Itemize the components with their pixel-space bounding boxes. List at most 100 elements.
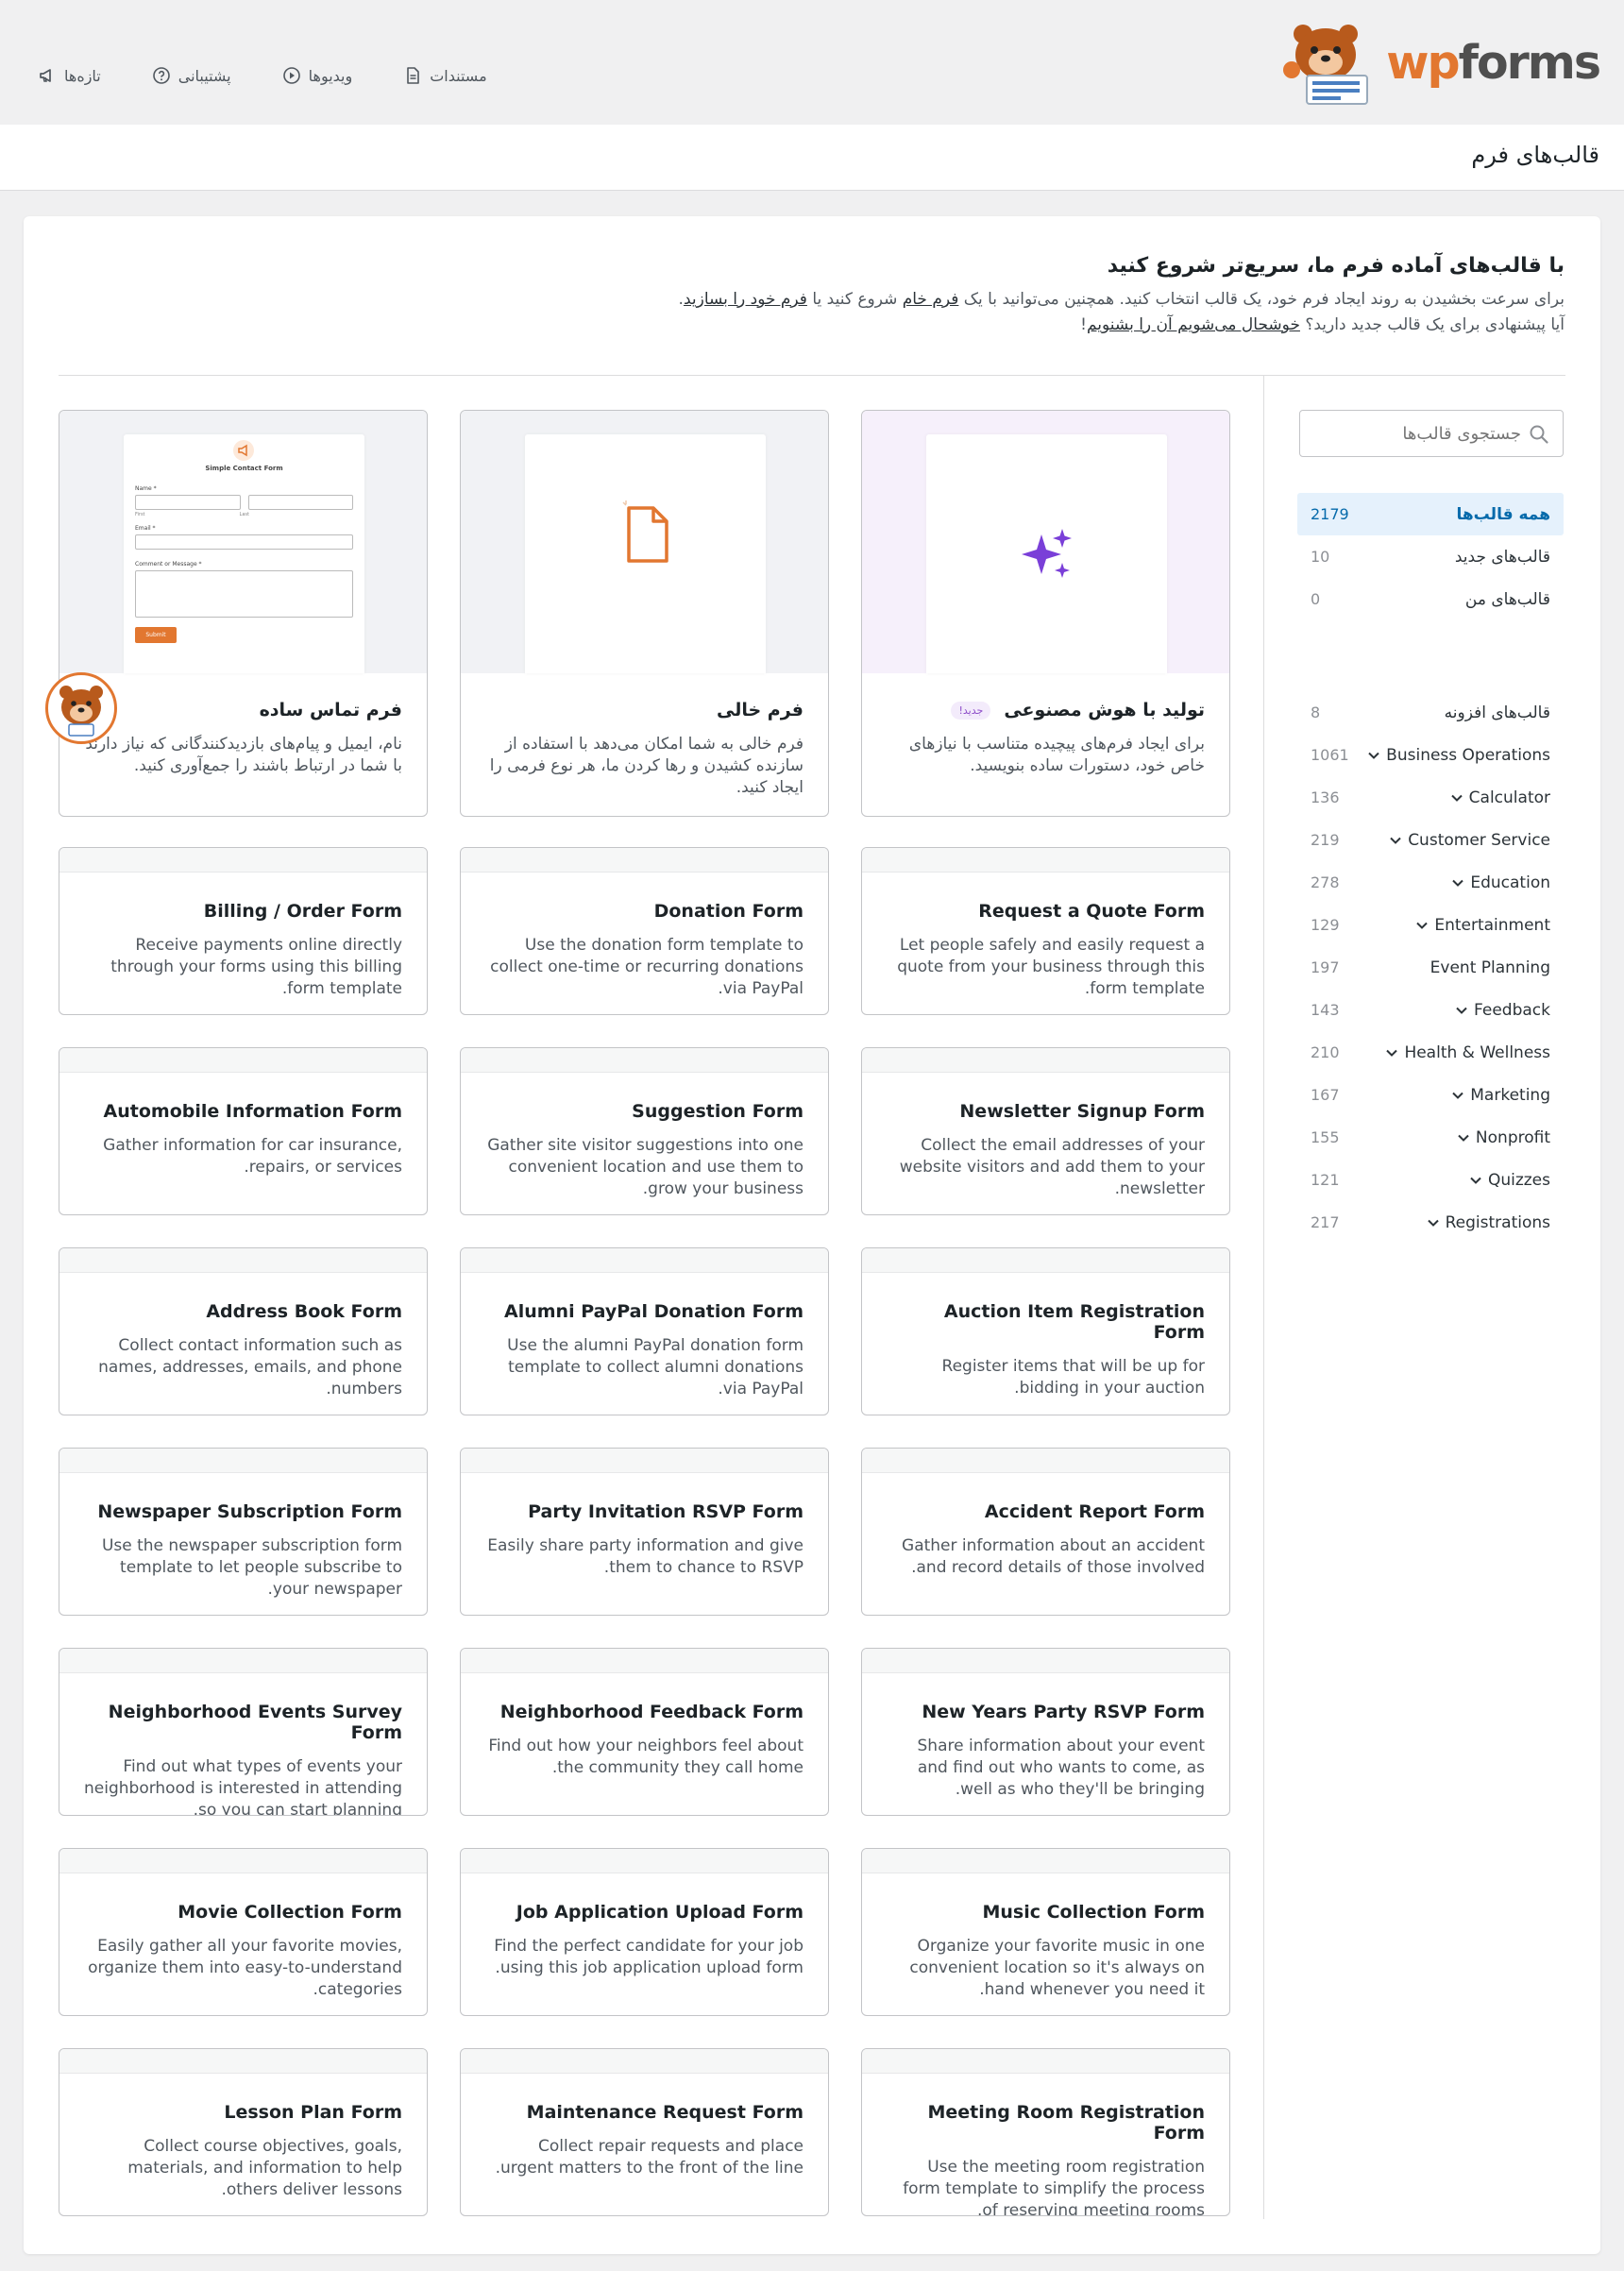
category-count: 167 — [1311, 1086, 1340, 1104]
chevron-down-icon[interactable] — [1451, 1089, 1464, 1102]
template-card[interactable]: Accident Report Form Gather information a… — [861, 1448, 1230, 1616]
card-top-strip — [862, 1048, 1229, 1073]
category-item[interactable]: Calculator 136 — [1297, 776, 1564, 819]
template-card[interactable]: Auction Item Registration Form Register i… — [861, 1247, 1230, 1415]
divider-vertical — [1263, 376, 1264, 2219]
template-card-ai[interactable]: تولید با هوش مصنوعی جدید! برای ایجاد فرم‌… — [861, 410, 1230, 817]
template-card-simple-contact[interactable]: Simple Contact Form Name * First Last Ema… — [59, 410, 428, 817]
category-item[interactable]: Feedback 143 — [1297, 989, 1564, 1031]
template-card[interactable]: Neighborhood Feedback Form Find out how y… — [460, 1648, 829, 1816]
wpforms-logo[interactable]: wpforms — [1275, 19, 1601, 106]
card-top-strip — [59, 848, 427, 873]
template-card[interactable]: New Years Party RSVP Form Share informati… — [861, 1648, 1230, 1816]
category-item[interactable]: Business Operations 1061 — [1297, 734, 1564, 776]
category-item[interactable]: Health & Wellness 210 — [1297, 1031, 1564, 1074]
template-card[interactable]: Suggestion Form Gather site visitor sugge… — [460, 1047, 829, 1215]
mascot-badge[interactable] — [45, 672, 117, 744]
card-body: Address Book Form Collect contact informa… — [59, 1301, 427, 1400]
chevron-down-icon[interactable] — [1427, 1216, 1440, 1229]
search-input[interactable] — [1300, 411, 1563, 456]
category-item[interactable]: قالب‌های افزونه 8 — [1297, 691, 1564, 734]
template-card[interactable]: Maintenance Request Form Collect repair r… — [460, 2048, 829, 2216]
category-new[interactable]: قالب‌های جدید 10 — [1297, 535, 1564, 578]
category-count: 155 — [1311, 1128, 1340, 1146]
chevron-down-icon[interactable] — [1367, 749, 1380, 762]
intro: با قالب‌های آماده فرم ما، سریع‌تر شروع ک… — [54, 254, 1565, 338]
category-label: Entertainment — [1434, 915, 1550, 935]
mini-name-sublabels: First Last — [135, 512, 353, 517]
chevron-down-icon[interactable] — [1469, 1174, 1482, 1187]
category-item[interactable]: Entertainment 129 — [1297, 904, 1564, 946]
support-link[interactable]: پشتیبانی — [152, 66, 231, 85]
category-list: همه قالب‌ها 2179 قالب‌های جدید 10 قالب‌های… — [1297, 493, 1564, 1244]
videos-label: ویدیوها — [308, 66, 353, 85]
build-form-link[interactable]: فرم خود را بسازید — [684, 290, 807, 309]
mini-last-label: Last — [239, 512, 249, 517]
card-top-strip — [862, 848, 1229, 873]
bear-mascot-icon — [1283, 25, 1369, 105]
card-description: Collect the email addresses of your webs… — [899, 1136, 1205, 1198]
template-card[interactable]: Neighborhood Events Survey Form Find out … — [59, 1648, 428, 1816]
blank-form-link[interactable]: فرم خام — [903, 290, 959, 309]
template-card[interactable]: Music Collection Form Organize your favor… — [861, 1848, 1230, 2016]
intro-line-1: برای سرعت بخشیدن به روند ایجاد فرم خود، … — [54, 287, 1565, 313]
template-card-blank[interactable]: فرم خالی فرم خالی به شما امکان می‌دهد با… — [460, 410, 829, 817]
category-item[interactable]: Education 278 — [1297, 861, 1564, 904]
template-card[interactable]: Movie Collection Form Easily gather all y… — [59, 1848, 428, 2016]
category-mine[interactable]: قالب‌های من 0 — [1297, 578, 1564, 620]
mini-message-label: Comment or Message * — [135, 561, 202, 568]
chevron-down-icon[interactable] — [1389, 834, 1402, 847]
category-item[interactable]: Nonprofit 155 — [1297, 1116, 1564, 1159]
template-card[interactable]: Request a Quote Form Let people safely an… — [861, 847, 1230, 1015]
intro-text-b: شروع کنید یا — [806, 290, 903, 309]
card-body: Party Invitation RSVP Form Easily share p… — [461, 1501, 828, 1579]
whats-new-link[interactable]: تازه‌ها — [38, 66, 101, 85]
template-card[interactable]: Newspaper Subscription Form Use the newsp… — [59, 1448, 428, 1616]
template-card[interactable]: Lesson Plan Form Collect course objective… — [59, 2048, 428, 2216]
category-count: 2179 — [1311, 505, 1349, 523]
category-item[interactable]: Registrations 217 — [1297, 1201, 1564, 1244]
suggest-template-link[interactable]: خوشحال می‌شویم آن را بشنویم — [1087, 315, 1300, 334]
chevron-down-icon[interactable] — [1450, 791, 1463, 805]
card-description: Use the newspaper subscription form temp… — [101, 1536, 402, 1599]
card-body: Billing / Order Form Receive payments onl… — [59, 901, 427, 1000]
category-name: Registrations — [1427, 1213, 1550, 1232]
card-top-strip — [461, 848, 828, 873]
category-count: 0 — [1311, 590, 1321, 608]
category-item[interactable]: Customer Service 219 — [1297, 819, 1564, 861]
card-top-strip — [59, 1449, 427, 1473]
template-card[interactable]: Newsletter Signup Form Collect the email … — [861, 1047, 1230, 1215]
chevron-down-icon[interactable] — [1455, 1004, 1468, 1017]
card-body: Newspaper Subscription Form Use the newsp… — [59, 1501, 427, 1601]
template-card[interactable]: Automobile Information Form Gather inform… — [59, 1047, 428, 1215]
docs-link[interactable]: مستندات — [403, 66, 487, 85]
category-all[interactable]: همه قالب‌ها 2179 — [1297, 493, 1564, 535]
template-card[interactable]: Billing / Order Form Receive payments onl… — [59, 847, 428, 1015]
category-name: همه قالب‌ها — [1456, 504, 1550, 524]
category-count: 8 — [1311, 703, 1321, 721]
category-name: Customer Service — [1389, 831, 1550, 850]
chevron-down-icon[interactable] — [1385, 1046, 1398, 1059]
category-label: Registrations — [1445, 1212, 1550, 1232]
category-count: 121 — [1311, 1171, 1340, 1189]
template-card[interactable]: Meeting Room Registration Form Use the me… — [861, 2048, 1230, 2216]
template-card[interactable]: Address Book Form Collect contact informa… — [59, 1247, 428, 1415]
template-card[interactable]: Donation Form Use the donation form templ… — [460, 847, 829, 1015]
template-card[interactable]: Job Application Upload Form Find the perf… — [460, 1848, 829, 2016]
card-title: Lesson Plan Form — [224, 2102, 402, 2123]
page-title: قالب‌های فرم — [1471, 142, 1599, 168]
category-item[interactable]: Quizzes 121 — [1297, 1159, 1564, 1201]
category-item[interactable]: Marketing 167 — [1297, 1074, 1564, 1116]
template-card[interactable]: Alumni PayPal Donation Form Use the alumn… — [460, 1247, 829, 1415]
category-item[interactable]: Event Planning 197 — [1297, 946, 1564, 989]
chevron-down-icon[interactable] — [1415, 919, 1429, 932]
category-label: Quizzes — [1487, 1170, 1550, 1190]
docs-label: مستندات — [430, 66, 487, 85]
card-body: فرم خالی فرم خالی به شما امکان می‌دهد با… — [461, 700, 828, 799]
chevron-down-icon[interactable] — [1451, 876, 1464, 890]
category-name: Feedback — [1455, 1001, 1550, 1020]
videos-link[interactable]: ویدیوها — [282, 66, 353, 85]
template-card[interactable]: Party Invitation RSVP Form Easily share p… — [460, 1448, 829, 1616]
chevron-down-icon[interactable] — [1457, 1131, 1470, 1144]
card-title: Donation Form — [653, 901, 804, 922]
